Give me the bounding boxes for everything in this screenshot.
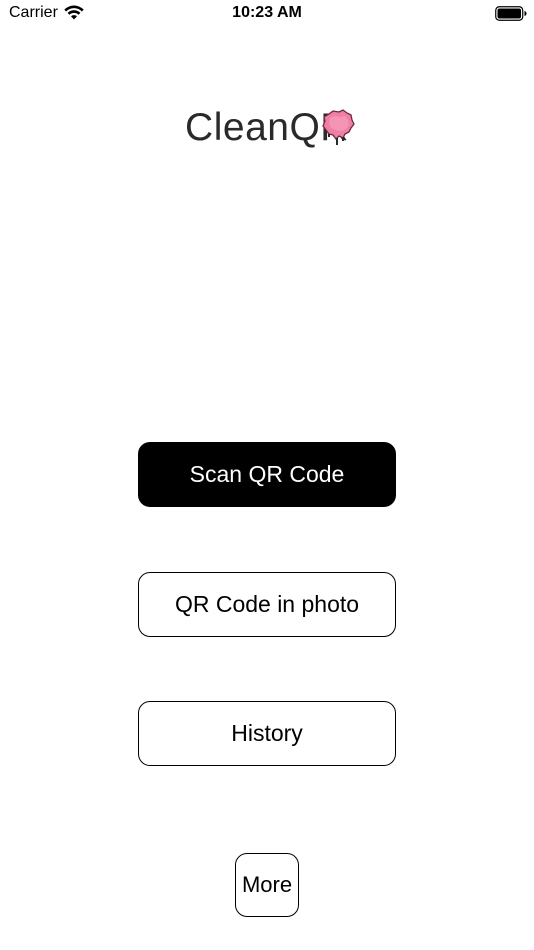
history-label: History bbox=[231, 720, 303, 746]
scan-qr-code-label: Scan QR Code bbox=[189, 461, 345, 487]
status-bar: Carrier 10:23 AM bbox=[0, 0, 534, 30]
history-button[interactable]: History bbox=[138, 701, 396, 766]
qr-code-in-photo-label: QR Code in photo bbox=[174, 591, 360, 617]
more-label: More bbox=[241, 872, 293, 897]
qr-code-in-photo-button[interactable]: QR Code in photo bbox=[138, 572, 396, 637]
clock: 10:23 AM bbox=[232, 4, 302, 21]
app-logo: CleanQR bbox=[0, 106, 534, 150]
more-button[interactable]: More bbox=[235, 853, 299, 917]
paint-splat-icon bbox=[322, 109, 355, 145]
scan-qr-code-button[interactable]: Scan QR Code bbox=[138, 442, 396, 507]
battery-icon bbox=[495, 6, 527, 21]
